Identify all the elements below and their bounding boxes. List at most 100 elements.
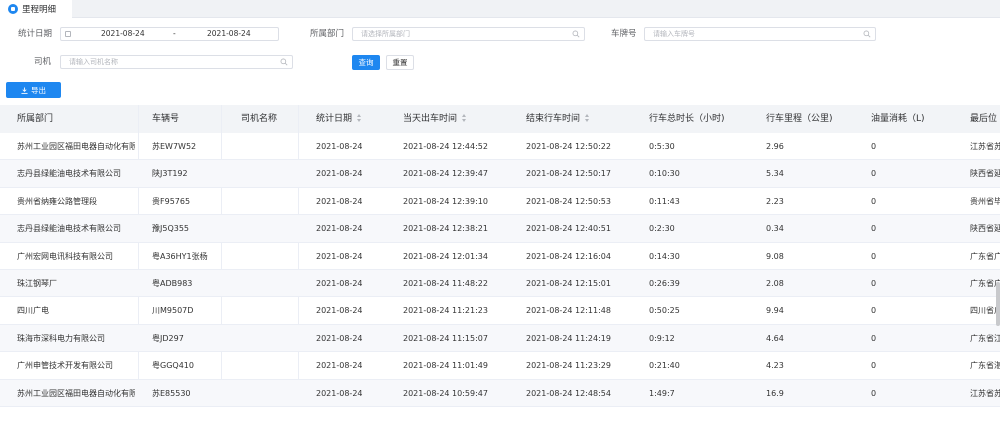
tab-label: 里程明细 (22, 5, 57, 15)
cell-start-time: 2021-08-24 11:01:49 (403, 361, 488, 371)
cell-stat-date: 2021-08-24 (316, 333, 363, 343)
cell-dept: 志丹县绿能油电技术有限公司 (17, 169, 121, 179)
col-start-time[interactable]: 当天出车时间 (403, 105, 467, 133)
cell-start-time: 2021-08-24 12:01:34 (403, 251, 488, 261)
table-row[interactable]: 志丹县绿能油电技术有限公司 陕J3T192 2021-08-24 2021-08-24… (0, 160, 1000, 188)
vertical-scrollbar[interactable] (996, 282, 1000, 326)
cell-duration: 0:5:30 (649, 142, 675, 151)
cell-stat-date: 2021-08-24 (316, 251, 363, 261)
cell-end-time: 2021-08-24 12:16:04 (526, 251, 611, 261)
cell-end-time: 2021-08-24 12:50:22 (526, 142, 611, 151)
cell-duration: 0:50:25 (649, 306, 680, 316)
reset-button[interactable]: 重置 (386, 55, 414, 70)
cell-last-location: 广东省湛 (970, 361, 1000, 371)
export-button[interactable]: 导出 (6, 82, 61, 98)
search-icon (572, 30, 580, 38)
table-row[interactable]: 志丹县绿能油电技术有限公司 豫J5Q355 2021-08-24 2021-08-24… (0, 215, 1000, 243)
cell-last-location: 广东省广 (970, 251, 1000, 261)
cell-duration: 0:14:30 (649, 251, 680, 261)
cell-distance: 5.34 (766, 169, 784, 179)
search-icon (280, 58, 288, 66)
cell-end-time: 2021-08-24 12:40:51 (526, 224, 611, 234)
cell-last-location: 贵州省毕 (970, 196, 1000, 206)
tab-bar: 里程明细 (0, 0, 1000, 18)
cell-start-time: 2021-08-24 11:48:22 (403, 279, 488, 288)
plate-label: 车牌号 (611, 29, 637, 39)
sort-icon[interactable] (585, 113, 590, 122)
cell-plate: 粤JD297 (152, 333, 184, 343)
plate-search[interactable] (644, 27, 876, 41)
cell-distance: 0.34 (766, 224, 784, 234)
cell-distance: 9.94 (766, 306, 784, 316)
table-row[interactable]: 广州申管技术开发有限公司 粤GGQ410 2021-08-24 2021-08-24 … (0, 352, 1000, 380)
table-row[interactable]: 广州宏网电讯科技有限公司 粤A36HY1张杨 2021-08-24 2021-08-2… (0, 243, 1000, 270)
dept-input[interactable] (353, 28, 584, 40)
cell-duration: 0:21:40 (649, 361, 680, 371)
cell-last-location: 江苏省苏 (970, 388, 1000, 398)
col-fuel: 油量消耗（L) (871, 114, 925, 124)
cell-duration: 0:26:39 (649, 279, 680, 288)
query-button[interactable]: 查询 (352, 55, 380, 70)
date-label: 统计日期 (18, 29, 53, 39)
export-button-label: 导出 (31, 85, 46, 95)
cell-start-time: 2021-08-24 12:44:52 (403, 142, 488, 151)
cell-distance: 2.23 (766, 196, 784, 206)
dept-select[interactable] (352, 27, 585, 41)
cell-stat-date: 2021-08-24 (316, 361, 363, 371)
dept-label: 所属部门 (310, 29, 345, 39)
cell-last-location: 广东省江 (970, 333, 1000, 343)
date-start[interactable]: 2021-08-24 (101, 28, 145, 40)
cell-plate: 贵F95765 (152, 196, 191, 206)
cell-fuel: 0 (871, 306, 877, 316)
cell-stat-date: 2021-08-24 (316, 388, 363, 398)
table-row[interactable]: 珠海市深科电力有限公司 粤JD297 2021-08-24 2021-08-24 11… (0, 324, 1000, 353)
cell-last-location: 陕西省延 (970, 169, 1000, 179)
cell-plate: 粤A36HY1张杨 (152, 251, 208, 261)
cell-plate: 豫J5Q355 (152, 224, 190, 234)
table-row[interactable]: 珠江钢琴厂 粤ADB983 2021-08-24 2021-08-24 11:48:2… (0, 270, 1000, 298)
col-distance: 行车里程（公里) (766, 114, 833, 124)
table-row[interactable]: 贵州省纳雍公路管理段 贵F95765 2021-08-24 2021-08-24 12… (0, 188, 1000, 216)
cell-start-time: 2021-08-24 11:21:23 (403, 306, 488, 316)
cell-fuel: 0 (871, 361, 877, 371)
cell-distance: 16.9 (766, 388, 784, 398)
report-icon (8, 4, 18, 14)
cell-distance: 9.08 (766, 251, 784, 261)
cell-fuel: 0 (871, 333, 877, 343)
cell-fuel: 0 (871, 251, 877, 261)
cell-dept: 珠海市深科电力有限公司 (17, 333, 105, 343)
col-dept: 所属部门 (17, 114, 54, 124)
cell-start-time: 2021-08-24 10:59:47 (403, 388, 488, 398)
date-range-picker[interactable]: 2021-08-24 - 2021-08-24 (60, 27, 279, 41)
driver-search[interactable] (60, 55, 293, 69)
table-row[interactable]: 四川广电 川M9507D 2021-08-24 2021-08-24 11:21:23… (0, 297, 1000, 325)
cell-start-time: 2021-08-24 12:39:47 (403, 169, 488, 179)
download-icon (21, 86, 28, 94)
sort-icon[interactable] (462, 113, 467, 122)
cell-stat-date: 2021-08-24 (316, 224, 363, 234)
cell-stat-date: 2021-08-24 (316, 169, 363, 179)
cell-dept: 苏州工业园区福田电器自动化有限 (17, 388, 135, 398)
driver-input[interactable] (61, 56, 292, 68)
cell-stat-date: 2021-08-24 (316, 142, 363, 151)
tab-mileage-detail[interactable]: 里程明细 (0, 0, 72, 18)
cell-plate: 粤GGQ410 (152, 361, 194, 371)
date-end[interactable]: 2021-08-24 (207, 28, 251, 40)
sort-icon[interactable] (357, 113, 362, 122)
cell-last-location: 江苏省苏 (970, 142, 1000, 151)
cell-dept: 贵州省纳雍公路管理段 (17, 196, 97, 206)
plate-input[interactable] (645, 28, 875, 40)
col-driver: 司机名称 (241, 114, 278, 124)
cell-start-time: 2021-08-24 11:15:07 (403, 333, 488, 343)
table-row[interactable]: 苏州工业园区福田电器自动化有限 苏E85530 2021-08-24 2021-08-… (0, 379, 1000, 407)
col-last-location: 最后位 (970, 114, 998, 124)
table-row[interactable]: 苏州工业园区福田电器自动化有限 苏EW7W52 2021-08-24 2021-08-… (0, 133, 1000, 161)
col-end-time[interactable]: 结束行车时间 (526, 105, 590, 133)
col-stat-date[interactable]: 统计日期 (316, 105, 362, 133)
cell-distance: 4.23 (766, 361, 784, 371)
cell-stat-date: 2021-08-24 (316, 306, 363, 316)
cell-distance: 4.64 (766, 333, 784, 343)
cell-distance: 2.96 (766, 142, 784, 151)
cell-duration: 0:9:12 (649, 333, 675, 343)
cell-end-time: 2021-08-24 12:15:01 (526, 279, 611, 288)
